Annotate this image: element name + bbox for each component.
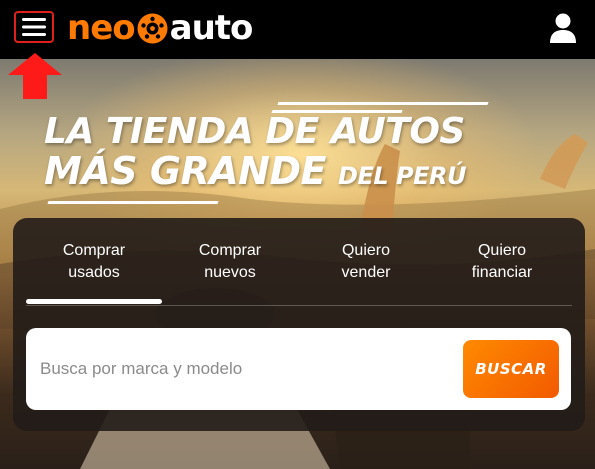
headline-line-2: MÁS GRANDE DEL PERÚ bbox=[44, 152, 514, 191]
search-box: BUSCAR bbox=[26, 328, 571, 410]
tab-label-line2: nuevos bbox=[204, 264, 256, 281]
wheel-icon bbox=[137, 13, 168, 43]
tab-label-line2: usados bbox=[68, 264, 120, 281]
tab-comprar-nuevos[interactable]: Comprar nuevos bbox=[162, 240, 298, 284]
search-input[interactable] bbox=[26, 328, 446, 410]
headline-bold-text: MÁS GRANDE bbox=[44, 149, 327, 193]
tab-quiero-financiar[interactable]: Quiero financiar bbox=[434, 240, 570, 284]
logo-text-auto: auto bbox=[169, 8, 254, 48]
hamburger-menu-icon bbox=[22, 18, 46, 36]
tab-label-line1: Quiero bbox=[341, 242, 391, 259]
red-up-arrow-icon bbox=[8, 53, 62, 99]
tab-label-line1: Comprar bbox=[198, 242, 262, 259]
title-stripe-top bbox=[277, 102, 489, 105]
menu-button[interactable] bbox=[14, 11, 54, 43]
title-stripe-bottom bbox=[47, 201, 219, 204]
search-button[interactable]: BUSCAR bbox=[463, 340, 559, 398]
user-account-button[interactable] bbox=[548, 12, 578, 44]
search-panel: Comprar usados Comprar nuevos Quiero ven… bbox=[13, 218, 585, 431]
headline-small-text: DEL PERÚ bbox=[338, 162, 466, 190]
tab-label-line2: vender bbox=[341, 264, 391, 281]
top-navigation-bar: neo auto bbox=[0, 0, 595, 59]
hero-headline: LA TIENDA DE AUTOS MÁS GRANDE DEL PERÚ bbox=[44, 114, 514, 191]
headline-line-1: LA TIENDA DE AUTOS bbox=[44, 111, 465, 152]
tab-label-line1: Quiero bbox=[477, 242, 527, 259]
tabs-divider bbox=[26, 305, 572, 306]
active-tab-indicator bbox=[26, 299, 162, 304]
neoauto-logo[interactable]: neo auto bbox=[67, 6, 254, 50]
user-account-icon bbox=[550, 13, 576, 43]
tab-comprar-usados[interactable]: Comprar usados bbox=[26, 240, 162, 284]
logo-text-neo: neo bbox=[67, 8, 136, 48]
tab-label-line2: financiar bbox=[471, 264, 533, 281]
search-tabs: Comprar usados Comprar nuevos Quiero ven… bbox=[26, 240, 572, 304]
tab-quiero-vender[interactable]: Quiero vender bbox=[298, 240, 434, 284]
tab-label-line1: Comprar bbox=[62, 242, 126, 259]
